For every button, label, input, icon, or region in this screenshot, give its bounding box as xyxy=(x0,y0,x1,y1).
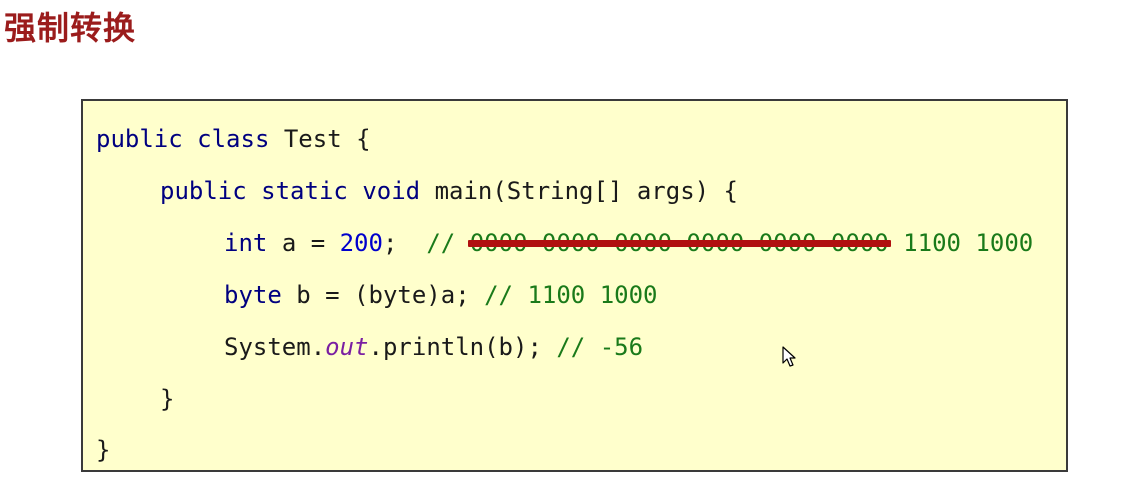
class-name: Test { xyxy=(283,125,371,153)
cast-expression: b = (byte)a; xyxy=(296,281,470,309)
slide-title: 强制转换 xyxy=(4,9,137,47)
keyword-public: public xyxy=(160,177,247,205)
keyword-static: static xyxy=(261,177,348,205)
number-literal: 200 xyxy=(339,229,383,257)
comment: // -56 xyxy=(556,333,644,361)
struck-binary: 0000 0000 0000 0000 0000 0000 xyxy=(467,228,891,258)
comment-tail: 1100 1000 xyxy=(903,229,1034,257)
method-signature: main(String[] args) { xyxy=(434,177,738,205)
code-block: public class Test { public static void m… xyxy=(81,99,1068,472)
code-line-7: } xyxy=(96,435,110,465)
keyword-public: public xyxy=(96,125,183,153)
mouse-pointer-icon xyxy=(782,346,798,372)
comment-prefix: // xyxy=(426,229,456,257)
keyword-int: int xyxy=(224,229,268,257)
closing-brace: } xyxy=(160,385,175,413)
semicolon: ; xyxy=(382,229,398,257)
println-call: .println(b); xyxy=(368,333,542,361)
code-line-4: byte b = (byte)a; // 1100 1000 xyxy=(224,280,657,310)
code-line-2: public static void main(String[] args) { xyxy=(160,176,738,206)
code-line-3: int a = 200; // 0000 0000 0000 0000 0000… xyxy=(224,228,1033,258)
code-line-1: public class Test { xyxy=(96,124,371,154)
code-line-6: } xyxy=(160,384,174,414)
system-text: System. xyxy=(224,333,326,361)
keyword-void: void xyxy=(362,177,421,205)
keyword-class: class xyxy=(197,125,270,153)
comment: // 1100 1000 xyxy=(484,281,658,309)
assign-text: a = xyxy=(281,229,340,257)
code-line-5: System.out.println(b); // -56 xyxy=(224,332,643,362)
out-field: out xyxy=(325,333,369,361)
strikethrough-mark xyxy=(467,240,891,247)
closing-brace: } xyxy=(96,436,111,464)
keyword-byte: byte xyxy=(224,281,282,309)
